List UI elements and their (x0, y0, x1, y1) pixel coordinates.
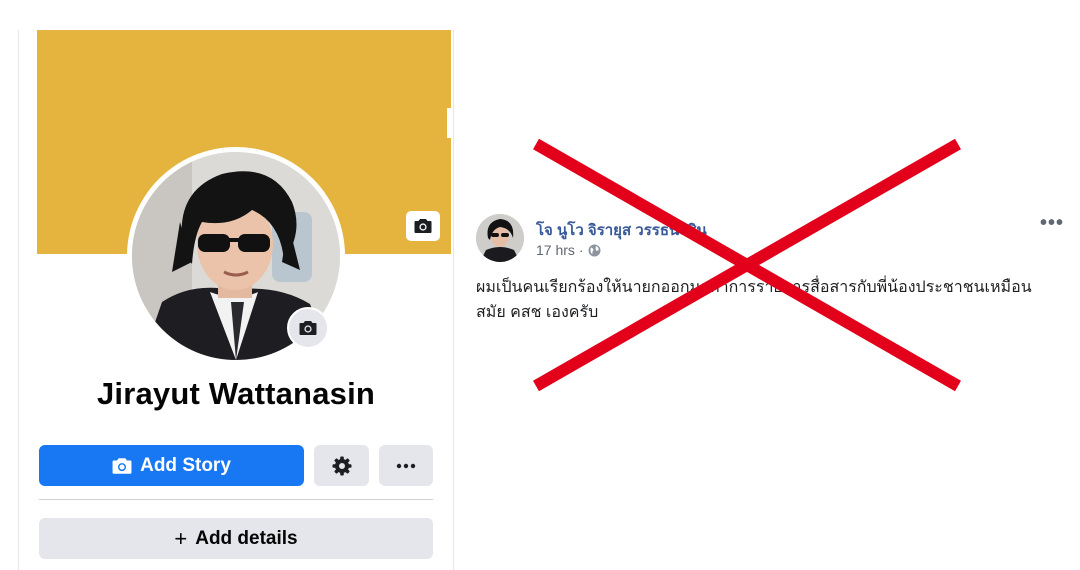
camera-icon (299, 321, 317, 335)
profile-settings-button[interactable] (314, 445, 369, 486)
profile-more-button[interactable] (379, 445, 433, 486)
plus-icon: + (174, 525, 188, 551)
cover-edge (447, 108, 451, 138)
add-story-label: Add Story (140, 454, 231, 476)
meta-separator: · (578, 242, 584, 258)
post-timestamp[interactable]: 17 hrs (536, 242, 575, 258)
gear-icon (332, 456, 351, 475)
divider (39, 499, 433, 500)
add-details-button[interactable]: + Add details (39, 518, 433, 559)
cross-stroke-1 (533, 138, 961, 392)
edit-cover-camera-button[interactable] (406, 211, 440, 241)
author-photo (476, 214, 524, 262)
post-body-text: ผมเป็นคนเรียกร้องให้นายกออกมาทำการรายการ… (476, 279, 1032, 321)
cross-stroke-2 (533, 138, 961, 392)
more-horizontal-icon (396, 463, 416, 468)
add-details-label: Add details (195, 527, 298, 549)
post-author-name[interactable]: โจ นูโว จิรายุส วรรธนะสิน (536, 218, 707, 242)
post-options-button[interactable]: ••• (1040, 212, 1064, 235)
post-author-avatar[interactable] (476, 214, 524, 262)
edit-profile-picture-button[interactable] (287, 307, 329, 349)
profile-name: Jirayut Wattanasin (96, 376, 376, 411)
camera-icon (112, 457, 132, 474)
camera-icon (414, 219, 432, 233)
profile-panel: Jirayut Wattanasin Add Story + Add detai… (18, 30, 454, 570)
add-story-button[interactable]: Add Story (39, 445, 304, 486)
globe-icon[interactable] (588, 244, 601, 257)
post-meta: 17 hrs · (536, 242, 601, 258)
